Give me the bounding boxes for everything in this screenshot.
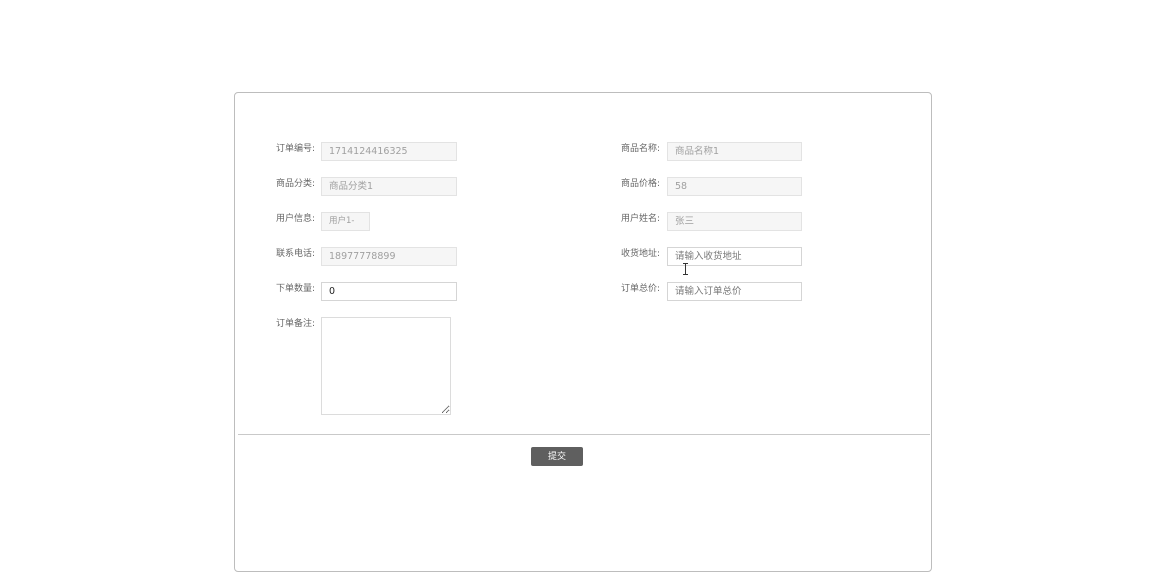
form-divider bbox=[238, 434, 930, 435]
quantity-label: 下单数量: bbox=[276, 284, 316, 294]
total-price-label: 订单总价: bbox=[621, 284, 661, 294]
text-cursor-icon bbox=[683, 263, 688, 275]
product-name-label: 商品名称: bbox=[621, 144, 661, 154]
address-label: 收货地址: bbox=[621, 249, 661, 259]
product-name-field: 商品名称1 bbox=[667, 142, 802, 161]
user-info-field: 用户1- bbox=[321, 212, 370, 231]
order-no-label: 订单编号: bbox=[276, 144, 316, 154]
remark-label: 订单备注: bbox=[276, 319, 316, 329]
remark-textarea[interactable] bbox=[321, 317, 451, 415]
submit-button[interactable]: 提交 bbox=[531, 447, 583, 466]
total-price-input[interactable] bbox=[667, 282, 802, 301]
product-price-field: 58 bbox=[667, 177, 802, 196]
product-price-label: 商品价格: bbox=[621, 179, 661, 189]
user-info-label: 用户信息: bbox=[276, 214, 316, 224]
user-name-field: 张三 bbox=[667, 212, 802, 231]
product-category-field: 商品分类1 bbox=[321, 177, 457, 196]
order-no-field: 1714124416325 bbox=[321, 142, 457, 161]
quantity-input[interactable] bbox=[321, 282, 457, 301]
product-category-label: 商品分类: bbox=[276, 179, 316, 189]
user-name-label: 用户姓名: bbox=[621, 214, 661, 224]
phone-field: 18977778899 bbox=[321, 247, 457, 266]
phone-label: 联系电话: bbox=[276, 249, 316, 259]
